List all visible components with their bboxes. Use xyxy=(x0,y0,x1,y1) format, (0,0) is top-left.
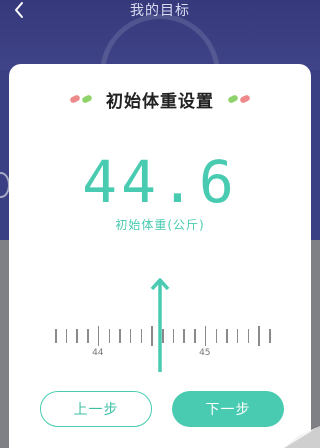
ruler-tick xyxy=(215,329,217,343)
pill-decoration-right-icon xyxy=(227,94,251,104)
ruler-tick xyxy=(172,329,175,343)
up-arrow-indicator-icon xyxy=(150,278,170,372)
ruler-tick xyxy=(226,329,228,343)
ruler-tick xyxy=(236,329,239,343)
ruler-tick-label: 44 xyxy=(92,348,104,358)
ruler-tick xyxy=(108,329,110,343)
ruler-major-tick xyxy=(97,326,100,346)
dialog-title-row: 初始体重设置 xyxy=(9,84,311,114)
next-step-button[interactable]: 下一步 xyxy=(172,391,284,427)
pill-decoration-left-icon xyxy=(69,94,93,104)
weight-unit-label: 初始体重(公斤) xyxy=(115,218,205,232)
ruler-tick xyxy=(247,329,250,343)
previous-step-button[interactable]: 上一步 xyxy=(40,391,152,427)
ruler-tick xyxy=(258,326,260,346)
dialog-title: 初始体重设置 xyxy=(106,91,214,112)
ruler-tick xyxy=(140,329,143,343)
ruler-tick xyxy=(76,329,78,343)
page-title: 我的目标 xyxy=(130,3,190,19)
ruler-tick xyxy=(129,329,132,343)
weight-setup-dialog: 初始体重设置 44.6 初始体重(公斤) 44 45 上一步 下一步 xyxy=(9,64,311,448)
ruler-tick xyxy=(65,329,68,343)
page-curl-icon xyxy=(284,426,320,448)
ruler-tick xyxy=(55,329,57,343)
ruler-tick xyxy=(183,329,185,343)
ruler-tick xyxy=(119,329,121,343)
weight-value: 44.6 xyxy=(82,148,238,216)
ruler-tick xyxy=(269,329,271,343)
ruler-major-tick xyxy=(204,326,207,346)
ruler-tick-label: 45 xyxy=(199,348,211,358)
ruler-tick xyxy=(87,329,89,343)
ruler-tick xyxy=(194,329,196,343)
